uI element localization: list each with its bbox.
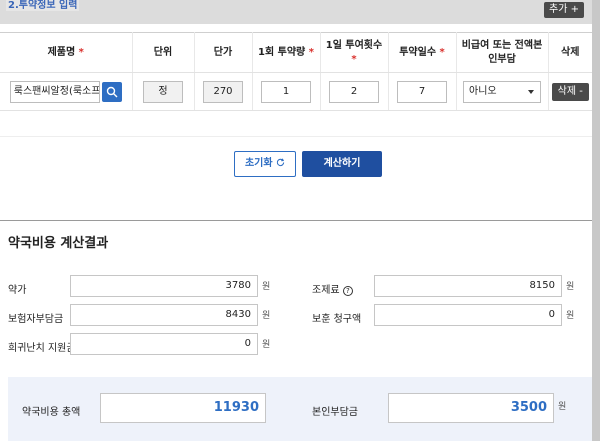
search-button[interactable] bbox=[101, 81, 122, 102]
table-row: 룩스팬씨알정(룩소프로 정 270 1 2 7 아니오 삭제 - bbox=[0, 72, 592, 111]
product-name-input[interactable]: 룩스팬씨알정(룩소프로 bbox=[9, 80, 100, 103]
col-times-per-day: 1일 투여횟수 * bbox=[320, 32, 389, 73]
help-icon: ? bbox=[342, 286, 353, 296]
welfare-value: 0 bbox=[374, 304, 562, 326]
table-header-row: 제품명 * 단위 단가 1회 투약량 * 1일 투여횟수 * 투약일수 * 비급여… bbox=[0, 32, 592, 73]
unit-label: 원 bbox=[558, 402, 567, 412]
medication-table: 제품명 * 단위 단가 1회 투약량 * 1일 투여횟수 * 투약일수 * 비급여… bbox=[0, 32, 592, 111]
search-icon bbox=[106, 86, 118, 97]
col-product-name: 제품명 * bbox=[0, 32, 133, 73]
prep-fee-label: 조제료 ? bbox=[312, 281, 353, 296]
chevron-down-icon bbox=[528, 89, 534, 94]
times-per-day-input[interactable]: 2 bbox=[329, 80, 379, 103]
col-days: 투약일수 * bbox=[388, 32, 457, 73]
delete-row-button[interactable]: 삭제 - bbox=[551, 82, 589, 101]
patient-value: 3500 bbox=[388, 393, 554, 423]
col-unit: 단위 bbox=[132, 32, 195, 73]
unit-label: 원 bbox=[262, 311, 271, 321]
prep-fee-value: 8150 bbox=[374, 275, 562, 297]
required-mark: * bbox=[78, 46, 84, 58]
rare-value: 0 bbox=[70, 333, 258, 355]
unit-label: 원 bbox=[566, 282, 575, 292]
result-title: 약국비용 계산결과 bbox=[8, 236, 109, 251]
calculate-button[interactable]: 계산하기 bbox=[302, 151, 382, 177]
days-input[interactable]: 7 bbox=[397, 80, 447, 103]
page: 2.투약정보 입력 추가 + 제품명 * 단위 단가 1회 투약량 * 1일 투… bbox=[0, 0, 592, 441]
unit-label: 원 bbox=[262, 282, 271, 292]
unit-label: 원 bbox=[262, 340, 271, 350]
insurer-label: 보험자부담금 bbox=[8, 314, 64, 325]
unit-field: 정 bbox=[143, 80, 183, 103]
non-covered-select[interactable]: 아니오 bbox=[463, 80, 541, 103]
col-unit-price: 단가 bbox=[194, 32, 253, 73]
welfare-label: 보훈 청구액 bbox=[312, 314, 362, 325]
refresh-icon bbox=[276, 158, 285, 167]
total-label: 약국비용 총액 bbox=[22, 407, 81, 418]
required-mark: * bbox=[308, 46, 314, 58]
reset-button[interactable]: 초기화 bbox=[234, 151, 296, 177]
total-value: 11930 bbox=[100, 393, 266, 423]
rare-label: 희귀난치 지원금 bbox=[8, 343, 76, 354]
required-mark: * bbox=[439, 46, 445, 58]
top-band bbox=[0, 0, 592, 24]
section-title: 2.투약정보 입력 bbox=[6, 0, 80, 11]
add-row-button[interactable]: 추가 + bbox=[544, 2, 584, 18]
col-delete: 삭제 bbox=[548, 32, 592, 73]
patient-label: 본인부담금 bbox=[312, 407, 358, 418]
action-bar: 초기화 계산하기 bbox=[0, 136, 592, 192]
divider bbox=[0, 220, 592, 221]
drug-cost-label: 약가 bbox=[8, 285, 27, 296]
scrollbar[interactable] bbox=[592, 0, 600, 441]
unit-label: 원 bbox=[566, 311, 575, 321]
insurer-value: 8430 bbox=[70, 304, 258, 326]
required-mark: * bbox=[351, 53, 357, 65]
dose-per-time-input[interactable]: 1 bbox=[261, 80, 311, 103]
col-dose-per-time: 1회 투약량 * bbox=[252, 32, 321, 73]
col-non-covered: 비급여 또는 전액본인부담 bbox=[456, 32, 549, 73]
unit-price-field: 270 bbox=[203, 80, 243, 103]
drug-cost-value: 3780 bbox=[70, 275, 258, 297]
